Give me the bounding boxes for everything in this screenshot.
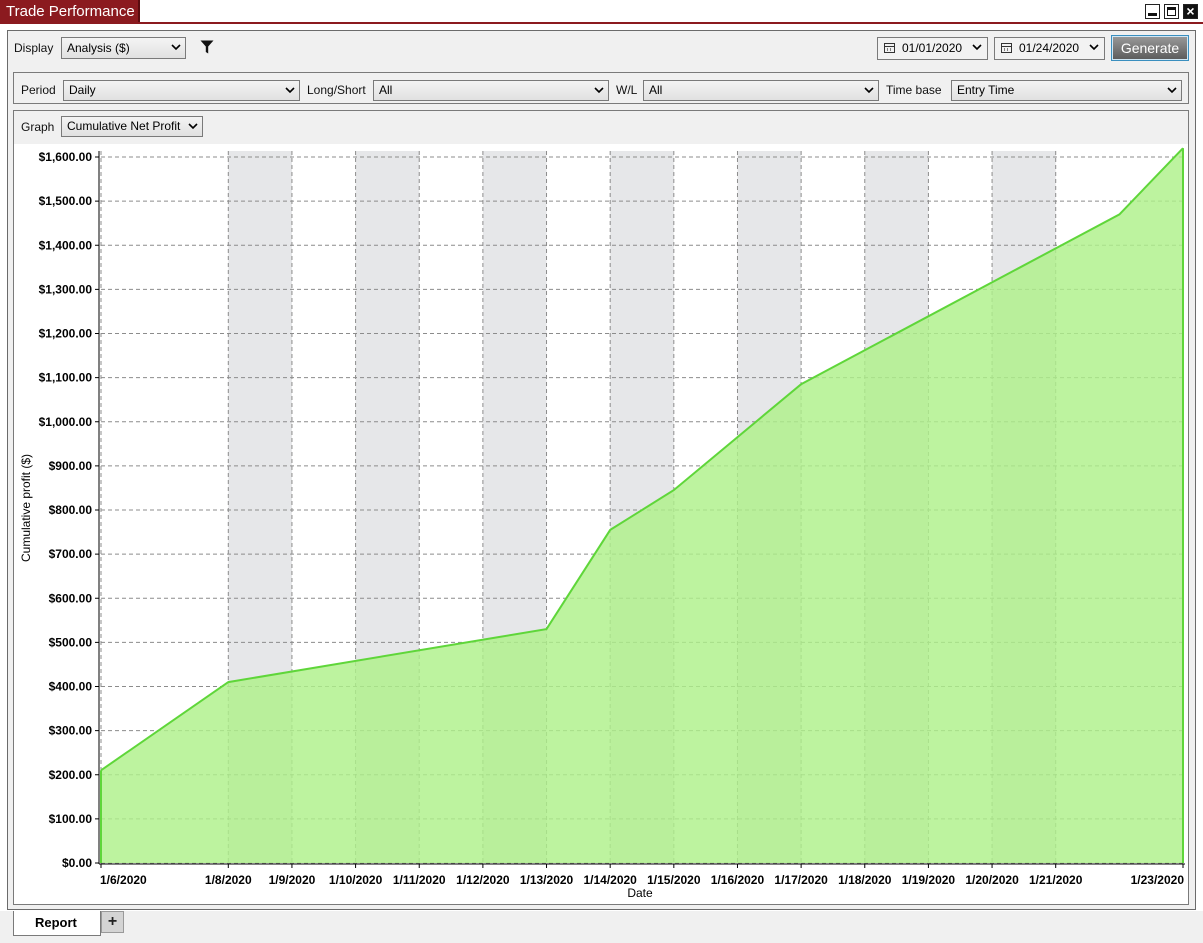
chevron-down-icon	[594, 81, 604, 94]
time-base-label: Time base	[886, 83, 942, 97]
display-select[interactable]: Analysis ($)	[61, 37, 186, 59]
x-tick-label: 1/21/2020	[1029, 873, 1083, 887]
y-tick-label: $900.00	[49, 459, 93, 473]
x-tick-label: 1/18/2020	[838, 873, 892, 887]
display-label: Display	[14, 41, 54, 55]
minimize-icon[interactable]	[1145, 4, 1160, 19]
x-tick-label: 1/6/2020	[100, 873, 147, 887]
window-title: Trade Performance	[0, 0, 140, 23]
x-tick-label: 1/20/2020	[965, 873, 1019, 887]
y-tick-label: $1,500.00	[39, 194, 93, 208]
chevron-down-icon	[285, 81, 295, 94]
y-tick-label: $500.00	[49, 635, 93, 649]
x-tick-label: 1/19/2020	[902, 873, 956, 887]
period-select[interactable]: Daily	[63, 80, 300, 101]
x-tick-label: 1/17/2020	[774, 873, 828, 887]
y-tick-label: $0.00	[62, 856, 92, 870]
x-tick-label: 1/12/2020	[456, 873, 510, 887]
y-tick-label: $1,100.00	[39, 371, 93, 385]
chevron-down-icon	[864, 81, 874, 94]
chevron-down-icon	[1167, 81, 1177, 94]
y-tick-label: $1,400.00	[39, 238, 93, 252]
x-tick-label: 1/11/2020	[393, 873, 446, 887]
long-short-select[interactable]: All	[373, 80, 609, 101]
start-date-value: 01/01/2020	[902, 41, 963, 55]
x-axis-label: Date	[627, 886, 653, 900]
y-tick-label: $1,600.00	[39, 150, 93, 164]
y-tick-label: $400.00	[49, 680, 93, 694]
add-tab-button[interactable]: +	[101, 911, 124, 933]
period-label: Period	[21, 83, 56, 97]
graph-label: Graph	[21, 120, 55, 134]
generate-button[interactable]: Generate	[1111, 35, 1189, 61]
filter-icon[interactable]	[200, 40, 214, 54]
graph-select[interactable]: Cumulative Net Profit	[61, 116, 203, 137]
y-tick-label: $100.00	[49, 812, 93, 826]
chevron-down-icon	[1089, 38, 1099, 51]
graph-select-value: Cumulative Net Profit	[67, 119, 181, 133]
y-tick-label: $700.00	[49, 547, 93, 561]
close-icon[interactable]: ×	[1183, 4, 1198, 19]
wl-label: W/L	[616, 83, 638, 97]
end-date-value: 01/24/2020	[1019, 41, 1080, 55]
x-tick-label: 1/16/2020	[711, 873, 765, 887]
bottom-tab-bar	[0, 911, 1203, 943]
long-short-label: Long/Short	[307, 83, 366, 97]
time-base-select-value: Entry Time	[957, 83, 1015, 97]
trade-performance-window: Trade Performance × Display Analysis ($)…	[0, 0, 1203, 943]
title-underline	[0, 22, 1203, 24]
x-tick-label: 1/14/2020	[583, 873, 637, 887]
y-tick-label: $800.00	[49, 503, 93, 517]
x-tick-label: 1/13/2020	[520, 873, 574, 887]
x-tick-label: 1/23/2020	[1131, 873, 1185, 887]
start-date-picker[interactable]: 01/01/2020	[877, 37, 988, 60]
chevron-down-icon	[171, 38, 181, 51]
time-base-select[interactable]: Entry Time	[951, 80, 1182, 101]
chevron-down-icon	[188, 117, 198, 130]
x-tick-label: 1/10/2020	[329, 873, 383, 887]
end-date-picker[interactable]: 01/24/2020	[994, 37, 1105, 60]
y-tick-label: $1,300.00	[39, 282, 93, 296]
calendar-icon	[884, 43, 895, 53]
tab-report[interactable]: Report	[13, 911, 101, 936]
maximize-icon[interactable]	[1164, 4, 1179, 19]
long-short-select-value: All	[379, 83, 393, 97]
calendar-icon	[1001, 43, 1012, 53]
y-tick-label: $300.00	[49, 724, 93, 738]
period-select-value: Daily	[69, 83, 96, 97]
x-tick-label: 1/9/2020	[269, 873, 316, 887]
wl-select[interactable]: All	[643, 80, 879, 101]
y-tick-label: $200.00	[49, 768, 93, 782]
y-axis-label: Cumulative profit ($)	[19, 454, 33, 562]
y-tick-label: $1,200.00	[39, 327, 93, 341]
y-tick-label: $1,000.00	[39, 415, 93, 429]
x-tick-label: 1/8/2020	[205, 873, 252, 887]
cumulative-profit-chart: $0.00 $100.00 $200.00 $300.00 $400.00 $500.00…	[14, 144, 1188, 904]
chevron-down-icon	[972, 38, 982, 51]
y-tick-label: $600.00	[49, 591, 93, 605]
wl-select-value: All	[649, 83, 663, 97]
x-tick-label: 1/15/2020	[647, 873, 701, 887]
display-select-value: Analysis ($)	[67, 41, 130, 55]
